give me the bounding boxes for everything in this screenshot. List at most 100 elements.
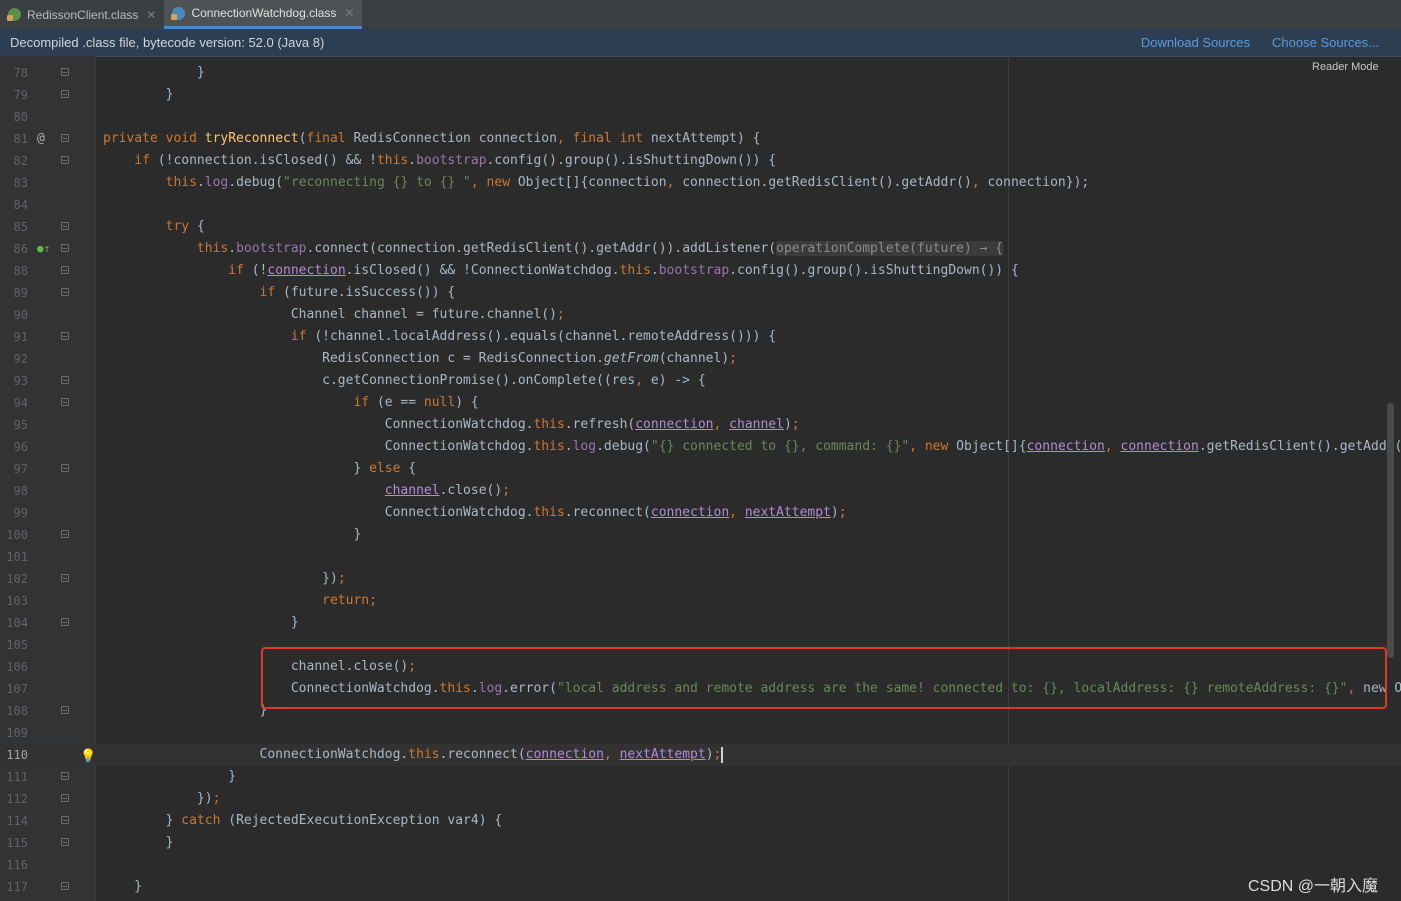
code-token: , — [713, 417, 730, 432]
code-line[interactable]: 80 — [0, 106, 1401, 128]
code-line[interactable]: 92 RedisConnection c = RedisConnection.g… — [0, 348, 1401, 370]
close-icon[interactable]: ✕ — [146, 8, 156, 22]
code-line[interactable]: 99 ConnectionWatchdog.this.reconnect(con… — [0, 502, 1401, 524]
code-line[interactable]: 95 ConnectionWatchdog.this.refresh(conne… — [0, 414, 1401, 436]
fold-toggle-icon[interactable] — [61, 90, 69, 98]
fold-toggle-icon[interactable] — [61, 574, 69, 582]
code-line[interactable]: 83 this.log.debug("reconnecting {} to {}… — [0, 172, 1401, 194]
code-line[interactable]: 104 } — [0, 612, 1401, 634]
fold-toggle-icon[interactable] — [61, 288, 69, 296]
code-line[interactable]: 94 if (e == null) { — [0, 392, 1401, 414]
code-token: Object[]{connection — [517, 175, 667, 190]
download-sources-link[interactable]: Download Sources — [1141, 35, 1250, 50]
code-line[interactable]: 84 — [0, 194, 1401, 216]
line-number: 117 — [6, 880, 28, 894]
code-line[interactable]: 93 c.getConnectionPromise().onComplete((… — [0, 370, 1401, 392]
code-line[interactable]: 81 @ private void tryReconnect(final Redis… — [0, 128, 1401, 150]
code-line[interactable]: 98 channel.close(); — [0, 480, 1401, 502]
code-line[interactable]: 88 if (!connection.isClosed() && !Connec… — [0, 260, 1401, 282]
fold-toggle-icon[interactable] — [61, 706, 69, 714]
code-line[interactable]: 85 try { — [0, 216, 1401, 238]
fold-toggle-icon[interactable] — [61, 156, 69, 164]
code-line[interactable]: 114 } catch (RejectedExecutionException … — [0, 810, 1401, 832]
code-token: bootstrap — [236, 241, 307, 256]
fold-toggle-icon[interactable] — [61, 618, 69, 626]
code-line[interactable]: 110 💡 ConnectionWatchdog.this.reconnect(c… — [0, 744, 1401, 766]
code-token: ; — [556, 307, 565, 322]
line-number: 101 — [6, 550, 28, 564]
fold-toggle-icon[interactable] — [61, 376, 69, 384]
code-text: this.log.debug("reconnecting {} to {} ",… — [103, 172, 1090, 194]
code-line[interactable]: 112 }); — [0, 788, 1401, 810]
code-token: (future.isSuccess()) { — [283, 285, 456, 300]
fold-toggle-icon[interactable] — [61, 266, 69, 274]
code-token: } — [103, 835, 174, 850]
code-token: ; — [729, 351, 737, 366]
code-line[interactable]: 101 — [0, 546, 1401, 568]
code-token: { — [408, 461, 417, 476]
code-text: } — [103, 832, 174, 854]
fold-toggle-icon[interactable] — [61, 134, 69, 142]
code-text: RedisConnection c = RedisConnection.getF… — [103, 348, 737, 370]
line-number: 81 — [13, 132, 28, 146]
fold-toggle-icon[interactable] — [61, 398, 69, 406]
code-line[interactable]: 86 ●↑ this.bootstrap.connect(connection.g… — [0, 238, 1401, 260]
implements-marker-icon[interactable]: ●↑ — [37, 238, 50, 260]
fold-toggle-icon[interactable] — [61, 816, 69, 824]
code-token: } — [103, 461, 370, 476]
code-line[interactable]: 89 if (future.isSuccess()) { — [0, 282, 1401, 304]
code-token: nextAttempt) { — [650, 131, 761, 146]
watermark: CSDN @一朝入魔 — [1248, 878, 1379, 895]
code-line[interactable]: 116 — [0, 854, 1401, 876]
code-token: (RejectedExecutionException var4) { — [228, 813, 503, 828]
reader-mode-button[interactable]: Reader Mode — [1312, 61, 1379, 73]
code-token: . — [650, 263, 659, 278]
choose-sources-link[interactable]: Choose Sources... — [1272, 35, 1379, 50]
code-line[interactable]: 103 return; — [0, 590, 1401, 612]
lightbulb-icon[interactable]: 💡 — [80, 746, 96, 768]
code-line[interactable]: 96 ConnectionWatchdog.this.log.debug("{}… — [0, 436, 1401, 458]
line-number: 82 — [13, 154, 28, 168]
fold-toggle-icon[interactable] — [61, 882, 69, 890]
code-text: ConnectionWatchdog.this.log.debug("{} co… — [103, 436, 1401, 458]
fold-toggle-icon[interactable] — [61, 838, 69, 846]
fold-toggle-icon[interactable] — [61, 222, 69, 230]
fold-toggle-icon[interactable] — [61, 244, 69, 252]
code-line[interactable]: 102 }); — [0, 568, 1401, 590]
line-number: 92 — [13, 352, 28, 366]
fold-toggle-icon[interactable] — [61, 68, 69, 76]
code-line[interactable]: 97 } else { — [0, 458, 1401, 480]
close-icon[interactable]: ✕ — [344, 6, 354, 20]
fold-toggle-icon[interactable] — [61, 772, 69, 780]
code-line[interactable]: 111 } — [0, 766, 1401, 788]
code-line[interactable]: 78 } — [0, 62, 1401, 84]
fold-toggle-icon[interactable] — [61, 464, 69, 472]
code-token: catch — [181, 813, 229, 828]
code-line[interactable]: 82 if (!connection.isClosed() && !this.b… — [0, 150, 1401, 172]
code-token: , — [666, 175, 683, 190]
fold-toggle-icon[interactable] — [61, 332, 69, 340]
code-line[interactable]: 117 } — [0, 876, 1401, 898]
tab-connection-watchdog[interactable]: ConnectionWatchdog.class ✕ — [164, 0, 363, 29]
code-token: , — [1104, 439, 1121, 454]
code-token: .debug( — [228, 175, 284, 190]
code-token: try — [165, 219, 197, 234]
code-line[interactable]: 100 } — [0, 524, 1401, 546]
code-line[interactable]: 91 if (!channel.localAddress().equals(ch… — [0, 326, 1401, 348]
fold-toggle-icon[interactable] — [61, 530, 69, 538]
fold-toggle-icon[interactable] — [61, 794, 69, 802]
line-number: 111 — [6, 770, 28, 784]
code-line[interactable]: 115 } — [0, 832, 1401, 854]
tab-redisson-client[interactable]: RedissonClient.class ✕ — [0, 0, 164, 29]
code-token: Channel channel = future.channel() — [103, 307, 557, 322]
code-line[interactable]: 79 } — [0, 84, 1401, 106]
vertical-scrollbar[interactable] — [1387, 403, 1394, 658]
code-text: } — [103, 766, 236, 788]
annotation-marker-icon[interactable]: @ — [37, 128, 45, 150]
code-token: } — [103, 879, 143, 894]
code-line[interactable]: 109 — [0, 722, 1401, 744]
code-line[interactable]: 90 Channel channel = future.channel(); — [0, 304, 1401, 326]
